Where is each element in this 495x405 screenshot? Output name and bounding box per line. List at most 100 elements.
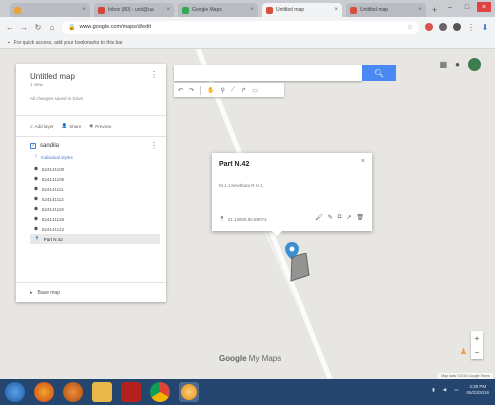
camera-icon[interactable]: ◘ — [338, 214, 342, 221]
gmail-icon — [98, 6, 105, 14]
apps-icon[interactable]: ▪ — [8, 40, 10, 46]
tab-close-icon[interactable]: × — [250, 7, 254, 13]
parcel-polygon[interactable] — [288, 253, 310, 283]
browser-tab[interactable]: × — [10, 3, 90, 17]
windows-start-icon[interactable] — [5, 382, 25, 402]
download-icon[interactable]: ⬇ — [481, 23, 489, 32]
settings-icon[interactable]: ● — [455, 60, 460, 69]
marker-icon[interactable]: ⚲ — [221, 87, 225, 94]
card-close-icon[interactable]: × — [361, 158, 365, 165]
forward-icon[interactable]: → — [20, 23, 28, 32]
account-avatar[interactable] — [468, 58, 481, 71]
close-window-icon[interactable]: × — [477, 2, 491, 12]
zoom-out-icon[interactable]: − — [475, 348, 480, 357]
back-icon[interactable]: ← — [6, 23, 14, 32]
browser-tab[interactable]: Untitled map × — [346, 3, 426, 17]
menu-icon[interactable]: ⋮ — [467, 23, 475, 32]
network-icon[interactable]: ▮ — [432, 387, 434, 393]
hand-icon[interactable]: ✋ — [207, 87, 214, 94]
feature-item[interactable]: ⬟ 524141126 — [30, 214, 156, 224]
zoom-in-icon[interactable]: + — [475, 334, 480, 343]
feature-item[interactable]: ⬟ 524141100 — [30, 164, 156, 174]
tab-close-icon[interactable]: × — [82, 7, 86, 13]
card-actions: 🖌︎ ✎ ◘ ↗ 🗑︎ — [315, 214, 364, 221]
browser-tab-active[interactable]: Untitled map × — [262, 3, 342, 17]
map-canvas[interactable]: Untitled map 1 view All changes saved in… — [0, 49, 495, 379]
browser-tab[interactable]: Google Maps × — [178, 3, 258, 17]
window-controls: – □ × — [443, 2, 491, 12]
preview-button[interactable]: ◉ Preview — [89, 123, 111, 129]
redo-icon[interactable]: ↷ — [189, 87, 194, 94]
feature-item[interactable]: ⬟ 524141105 — [30, 174, 156, 184]
tab-close-icon[interactable]: × — [334, 7, 338, 13]
map-title[interactable]: Untitled map — [30, 72, 156, 81]
home-icon[interactable]: ⌂ — [48, 23, 56, 32]
maximize-icon[interactable]: □ — [460, 2, 474, 12]
base-map-toggle[interactable]: ▸ Base map — [16, 282, 166, 302]
pin-dot — [289, 246, 295, 252]
individual-styles-link[interactable]: ⊤ Individual styles — [34, 154, 156, 160]
feature-item[interactable]: ⬟ 524141112 — [30, 194, 156, 204]
search-button[interactable]: 🔍︎ — [362, 65, 396, 81]
layer-checkbox[interactable]: ✓ — [30, 143, 36, 149]
delete-icon[interactable]: 🗑︎ — [356, 214, 364, 221]
zoom-control: + − — [471, 331, 483, 359]
media-player-icon[interactable] — [63, 382, 83, 402]
apps-grid-icon[interactable]: ▦ — [440, 60, 448, 69]
draw-line-icon[interactable]: ⟋ — [231, 87, 235, 94]
firefox-icon[interactable] — [34, 382, 54, 402]
clock[interactable]: 3:38 PM 06/23/2016 — [466, 384, 489, 396]
browser-toolbar: ← → ↻ ⌂ 🔒 www.google.com/maps/d/edit ☆ ⋮… — [0, 17, 495, 37]
add-layer-button[interactable]: ≡ Add layer — [30, 123, 54, 129]
reload-icon[interactable]: ↻ — [34, 23, 42, 32]
feature-item[interactable]: ⬟ 524141142 — [30, 224, 156, 234]
mymaps-icon — [350, 6, 357, 14]
extension-icon[interactable] — [439, 23, 447, 31]
parcel-shape — [290, 253, 310, 282]
measure-icon[interactable]: ▭ — [252, 87, 258, 94]
polygon-shape-icon: ⬟ — [34, 166, 38, 171]
extension-icon[interactable] — [453, 23, 461, 31]
feature-label: 524141126 — [41, 216, 65, 222]
file-explorer-icon[interactable] — [92, 382, 112, 402]
battery-icon[interactable]: ▭ — [454, 387, 458, 393]
extension-icon[interactable] — [425, 23, 433, 31]
directions-icon[interactable]: ↗ — [346, 214, 351, 221]
polygon-shape-icon: ⬟ — [34, 206, 38, 211]
panel-menu-icon[interactable]: ⋮ — [150, 71, 158, 79]
edit-icon[interactable]: ✎ — [328, 214, 333, 221]
panel-actions: ≡ Add layer 👤 Share ◉ Preview — [16, 116, 166, 137]
bookmarks-hint: For quick access, add your bookmarks to … — [13, 39, 123, 46]
tab-close-icon[interactable]: × — [418, 7, 422, 13]
tab-close-icon[interactable]: × — [166, 7, 170, 13]
bookmark-star-icon[interactable]: ☆ — [407, 23, 413, 31]
share-icon: 👤 — [61, 123, 68, 128]
route-icon[interactable]: ↱ — [241, 87, 246, 94]
feature-item[interactable]: ⬟ 524141111 — [30, 184, 156, 194]
feature-item[interactable]: ⬟ 524141119 — [30, 204, 156, 214]
address-bar[interactable]: 🔒 www.google.com/maps/d/edit ☆ — [62, 20, 419, 34]
panel-header: Untitled map 1 view All changes saved in… — [16, 64, 166, 116]
pdf-reader-icon[interactable] — [121, 382, 141, 402]
undo-icon[interactable]: ↶ — [178, 87, 183, 94]
search-input[interactable] — [174, 65, 334, 81]
search-box[interactable] — [174, 65, 362, 81]
card-title: Part N.42 — [219, 161, 250, 168]
clock-date: 06/23/2016 — [466, 390, 489, 395]
layer-header[interactable]: ✓ sandila — [30, 143, 156, 149]
tor-glyph — [181, 384, 197, 400]
lock-icon: 🔒 — [68, 24, 76, 31]
pegman-icon[interactable]: ♟ — [460, 347, 467, 356]
polygon-shape-icon: ⬟ — [34, 176, 38, 181]
style-icon[interactable]: 🖌︎ — [315, 214, 323, 221]
tab-title: Inbox (80) - ucd@ua — [108, 7, 154, 13]
minimize-icon[interactable]: – — [443, 2, 457, 12]
layer-menu-icon[interactable]: ⋮ — [150, 142, 158, 150]
feature-item[interactable]: 📍︎ Part N.42 — [30, 234, 160, 244]
volume-icon[interactable]: ◀ — [443, 387, 446, 393]
browser-tab[interactable]: Inbox (80) - ucd@ua × — [94, 3, 174, 17]
chrome-icon[interactable] — [150, 382, 170, 402]
share-button[interactable]: 👤 Share — [62, 123, 82, 129]
layer-name[interactable]: sandila — [40, 143, 59, 149]
tor-browser-icon[interactable] — [179, 382, 199, 402]
